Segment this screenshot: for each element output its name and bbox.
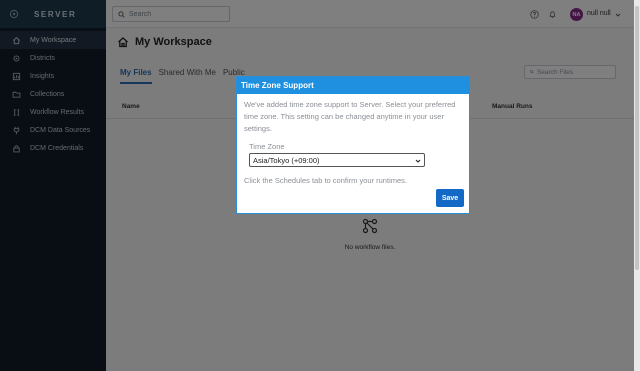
- scroll-thumb[interactable]: [635, 6, 639, 270]
- save-button[interactable]: Save: [436, 189, 464, 207]
- app-window: SERVER My Workspace Districts Insights: [0, 0, 640, 371]
- timezone-selected-value: Asia/Tokyo (+09:00): [253, 155, 320, 165]
- dialog-body: We've added time zone support to Server.…: [237, 94, 469, 185]
- timezone-select[interactable]: Asia/Tokyo (+09:00): [249, 153, 425, 167]
- dialog-hint: Click the Schedules tab to confirm your …: [244, 176, 407, 185]
- timezone-dialog: Time Zone Support We've added time zone …: [236, 76, 470, 214]
- chevron-down-icon: [415, 159, 421, 163]
- dialog-title: Time Zone Support: [237, 77, 469, 94]
- page-scrollbar[interactable]: [634, 0, 640, 371]
- timezone-label: Time Zone: [249, 142, 285, 151]
- dialog-message: We've added time zone support to Server.…: [244, 100, 456, 133]
